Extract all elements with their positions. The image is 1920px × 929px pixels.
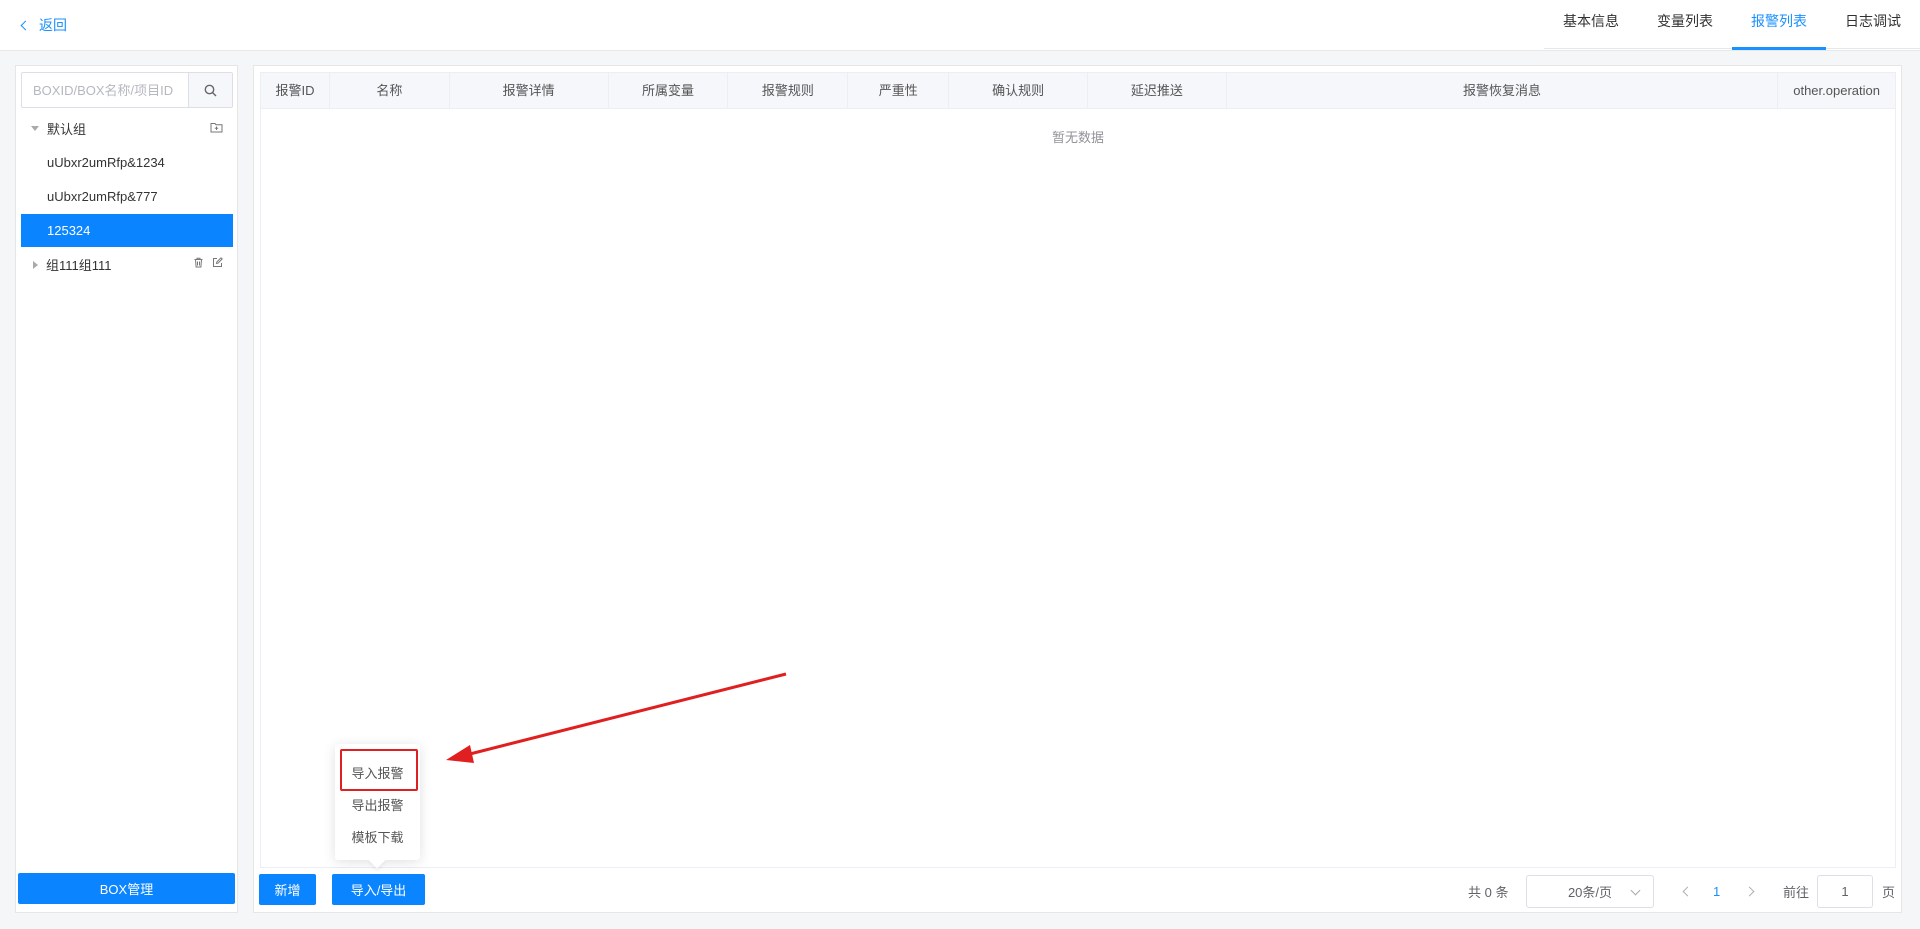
column-header[interactable]: 确认规则 [949,73,1089,109]
edit-icon[interactable] [212,257,223,268]
import-export-button[interactable]: 导入/导出 [332,874,425,905]
import-export-dropdown: 导入报警 导出报警 模板下载 [335,744,420,869]
table-header: 报警ID 名称 报警详情 所属变量 报警规则 严重性 确认规则 延迟推送 报警恢… [261,73,1895,109]
caret-down-icon[interactable] [31,126,39,131]
group-actions [193,257,223,268]
box-tree-panel: 默认组 uUbxr2umRfp&1234 uUbxr2umRfp&777 125… [15,65,238,913]
tab-basic-info[interactable]: 基本信息 [1544,0,1638,50]
column-header[interactable]: 严重性 [848,73,950,109]
back-label: 返回 [39,17,67,33]
tab-alarm-list[interactable]: 报警列表 [1732,0,1826,50]
pagination-total: 共 0 条 [1468,884,1509,900]
column-header[interactable]: other.operation [1778,73,1895,109]
chevron-left-icon[interactable] [1682,886,1693,896]
tree-item-box[interactable]: uUbxr2umRfp&777 [21,180,233,213]
tree-item-box[interactable]: uUbxr2umRfp&1234 [21,146,233,179]
chevron-down-icon [1630,885,1641,895]
tree-group-default[interactable]: 默认组 [21,112,233,145]
search-input[interactable] [22,73,188,107]
export-alarm-item[interactable]: 导出报警 [335,790,420,822]
import-alarm-item[interactable]: 导入报警 [335,758,420,790]
chevron-left-icon [20,20,31,30]
next-page-wrap [1744,875,1755,907]
prev-page-wrap [1682,875,1693,907]
search-box [21,72,233,108]
back-link[interactable]: 返回 [20,15,67,35]
page-suffix: 页 [1882,884,1896,900]
search-button[interactable] [188,73,232,107]
tab-log-debug[interactable]: 日志调试 [1826,0,1920,50]
tree-group-111[interactable]: 组111组111 [21,248,233,281]
page-size-value: 20条/页 [1567,884,1613,900]
tree-item-box-selected[interactable]: 125324 [21,214,233,247]
chevron-right-icon[interactable] [1744,886,1755,896]
page-size-select[interactable]: 20条/页 [1526,874,1654,908]
page-size-select-wrap: 20条/页 [1526,874,1654,908]
add-button[interactable]: 新增 [259,874,316,905]
box-management-button[interactable]: BOX管理 [18,873,235,904]
add-folder-icon[interactable] [210,121,223,133]
alarm-table: 报警ID 名称 报警详情 所属变量 报警规则 严重性 确认规则 延迟推送 报警恢… [260,72,1896,868]
goto-wrap [1817,874,1873,908]
group-actions [210,121,223,133]
tab-variable-list[interactable]: 变量列表 [1638,0,1732,50]
caret-right-icon[interactable] [33,260,38,269]
column-header[interactable]: 报警恢复消息 [1227,73,1779,109]
template-download-item[interactable]: 模板下载 [335,822,420,854]
column-header[interactable]: 延迟推送 [1088,73,1227,109]
alarm-list-panel: 报警ID 名称 报警详情 所属变量 报警规则 严重性 确认规则 延迟推送 报警恢… [253,65,1902,913]
current-page[interactable]: 1 [1713,875,1720,907]
column-header[interactable]: 报警详情 [450,73,609,109]
trash-icon[interactable] [193,257,204,268]
column-header[interactable]: 名称 [330,73,450,109]
goto-label: 前往 [1783,884,1810,900]
goto-page-input[interactable] [1817,874,1873,908]
tree-group-label: 默认组 [47,122,87,137]
empty-state-text: 暂无数据 [1051,130,1104,145]
column-header[interactable]: 报警ID [261,73,330,109]
tree-group-label: 组111组111 [46,258,112,273]
column-header[interactable]: 所属变量 [609,73,729,109]
tab-bar: 基本信息 变量列表 报警列表 日志调试 [1544,0,1920,50]
search-icon [204,84,217,96]
top-header: 返回 基本信息 变量列表 报警列表 日志调试 [0,0,1920,51]
column-header[interactable]: 报警规则 [728,73,849,109]
